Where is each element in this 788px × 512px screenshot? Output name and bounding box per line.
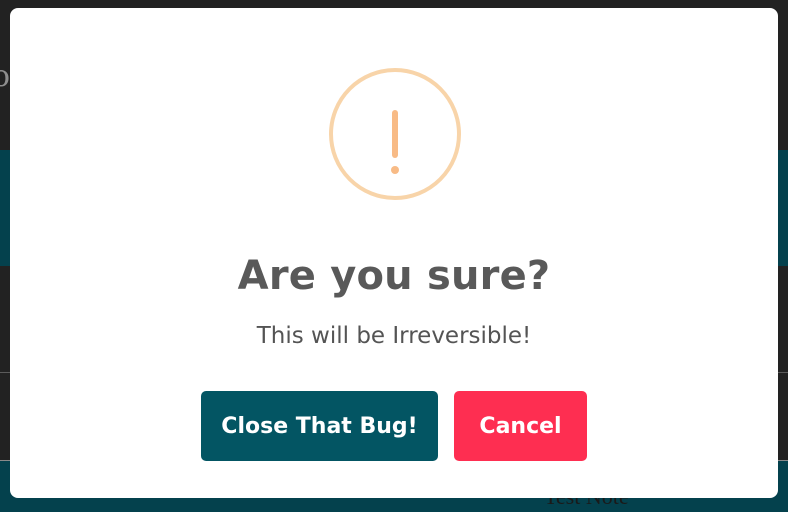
exclamation-warning-icon: [329, 68, 461, 200]
exclamation-dot: [391, 166, 399, 174]
cancel-button[interactable]: Cancel: [454, 391, 587, 461]
exclamation-bar: [392, 110, 398, 158]
confirm-dialog: Are you sure? This will be Irreversible!…: [10, 8, 778, 498]
background-partial-text: o: [0, 59, 11, 94]
dialog-message: This will be Irreversible!: [256, 323, 532, 349]
dialog-title: Are you sure?: [237, 253, 551, 299]
confirm-button[interactable]: Close That Bug!: [201, 391, 438, 461]
